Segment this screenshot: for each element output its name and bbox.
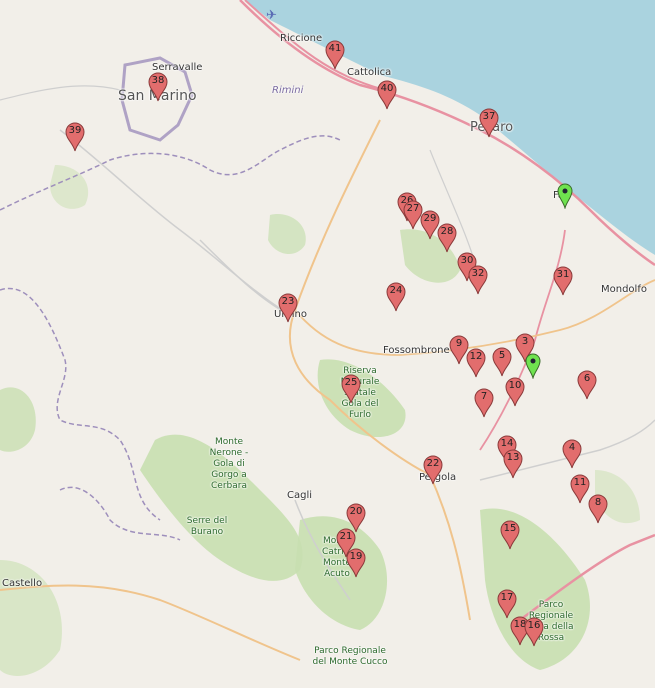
map-marker-25[interactable]: 25 bbox=[341, 374, 361, 404]
marker-label: 12 bbox=[469, 351, 483, 362]
marker-label: 4 bbox=[568, 442, 576, 453]
place-castello: Castello bbox=[2, 578, 43, 589]
map-marker-31[interactable]: 31 bbox=[553, 266, 573, 296]
map-marker-39[interactable]: 39 bbox=[65, 122, 85, 152]
green-marker-inland[interactable] bbox=[525, 353, 541, 380]
marker-label: 37 bbox=[482, 111, 496, 122]
map-marker-10[interactable]: 10 bbox=[505, 377, 525, 407]
map-marker-19[interactable]: 19 bbox=[346, 548, 366, 578]
marker-label: 25 bbox=[344, 377, 358, 388]
map-marker-11[interactable]: 11 bbox=[570, 474, 590, 504]
map-marker-28[interactable]: 28 bbox=[437, 223, 457, 253]
green-marker-pesaro-coast[interactable] bbox=[557, 183, 573, 210]
map-marker-5[interactable]: 5 bbox=[492, 347, 512, 377]
place-serre-burano: Serre del Burano bbox=[186, 516, 228, 537]
marker-label: 21 bbox=[339, 531, 353, 542]
marker-label: 17 bbox=[500, 592, 514, 603]
place-cagli: Cagli bbox=[287, 490, 313, 501]
marker-label: 13 bbox=[506, 452, 520, 463]
marker-label: 20 bbox=[349, 506, 363, 517]
marker-label: 39 bbox=[68, 125, 82, 136]
marker-label: 24 bbox=[389, 285, 403, 296]
map-marker-16[interactable]: 16 bbox=[524, 617, 544, 647]
marker-label: 22 bbox=[426, 458, 440, 469]
marker-label: 11 bbox=[573, 477, 587, 488]
marker-label: 3 bbox=[521, 336, 529, 347]
map-marker-17[interactable]: 17 bbox=[497, 589, 517, 619]
map-view[interactable]: ✈ Riccione Cattolica Rimini Serravalle S… bbox=[0, 0, 655, 688]
map-marker-6[interactable]: 6 bbox=[577, 370, 597, 400]
marker-label: 41 bbox=[328, 43, 342, 54]
marker-label: 19 bbox=[349, 551, 363, 562]
map-marker-12[interactable]: 12 bbox=[466, 348, 486, 378]
marker-label: 28 bbox=[440, 226, 454, 237]
map-marker-38[interactable]: 38 bbox=[148, 72, 168, 102]
marker-label: 32 bbox=[471, 268, 485, 279]
marker-label: 40 bbox=[380, 83, 394, 94]
place-cattolica: Cattolica bbox=[347, 67, 392, 78]
marker-label: 31 bbox=[556, 269, 570, 280]
marker-label: 6 bbox=[583, 373, 591, 384]
marker-label: 38 bbox=[151, 75, 165, 86]
marker-label: 7 bbox=[480, 391, 488, 402]
map-marker-8[interactable]: 8 bbox=[588, 494, 608, 524]
place-riccione: Riccione bbox=[280, 33, 323, 44]
place-mondolfo: Mondolfo bbox=[601, 284, 647, 295]
place-rimini: Rimini bbox=[272, 85, 304, 96]
place-monte-cucco: Parco Regionale del Monte Cucco bbox=[312, 646, 388, 667]
map-marker-24[interactable]: 24 bbox=[386, 282, 406, 312]
marker-label: 14 bbox=[500, 438, 514, 449]
map-marker-7[interactable]: 7 bbox=[474, 388, 494, 418]
map-marker-4[interactable]: 4 bbox=[562, 439, 582, 469]
marker-label: 8 bbox=[594, 497, 602, 508]
place-fossombrone: Fossombrone bbox=[383, 345, 450, 356]
map-pin-icon bbox=[525, 353, 541, 380]
map-marker-22[interactable]: 22 bbox=[423, 455, 443, 485]
map-marker-32[interactable]: 32 bbox=[468, 265, 488, 295]
airport-icon: ✈ bbox=[266, 8, 277, 23]
marker-label: 16 bbox=[527, 620, 541, 631]
map-marker-37[interactable]: 37 bbox=[479, 108, 499, 138]
marker-label: 23 bbox=[281, 296, 295, 307]
map-marker-15[interactable]: 15 bbox=[500, 520, 520, 550]
place-monte-nerone: Monte Nerone - Gola di Gorgo a Cerbara bbox=[209, 437, 249, 491]
map-marker-23[interactable]: 23 bbox=[278, 293, 298, 323]
marker-label: 15 bbox=[503, 523, 517, 534]
map-base-tiles bbox=[0, 0, 655, 676]
map-pin-icon bbox=[557, 183, 573, 210]
marker-label: 5 bbox=[498, 350, 506, 361]
marker-label: 10 bbox=[508, 380, 522, 391]
map-marker-13[interactable]: 13 bbox=[503, 449, 523, 479]
map-marker-41[interactable]: 41 bbox=[325, 40, 345, 70]
map-marker-40[interactable]: 40 bbox=[377, 80, 397, 110]
